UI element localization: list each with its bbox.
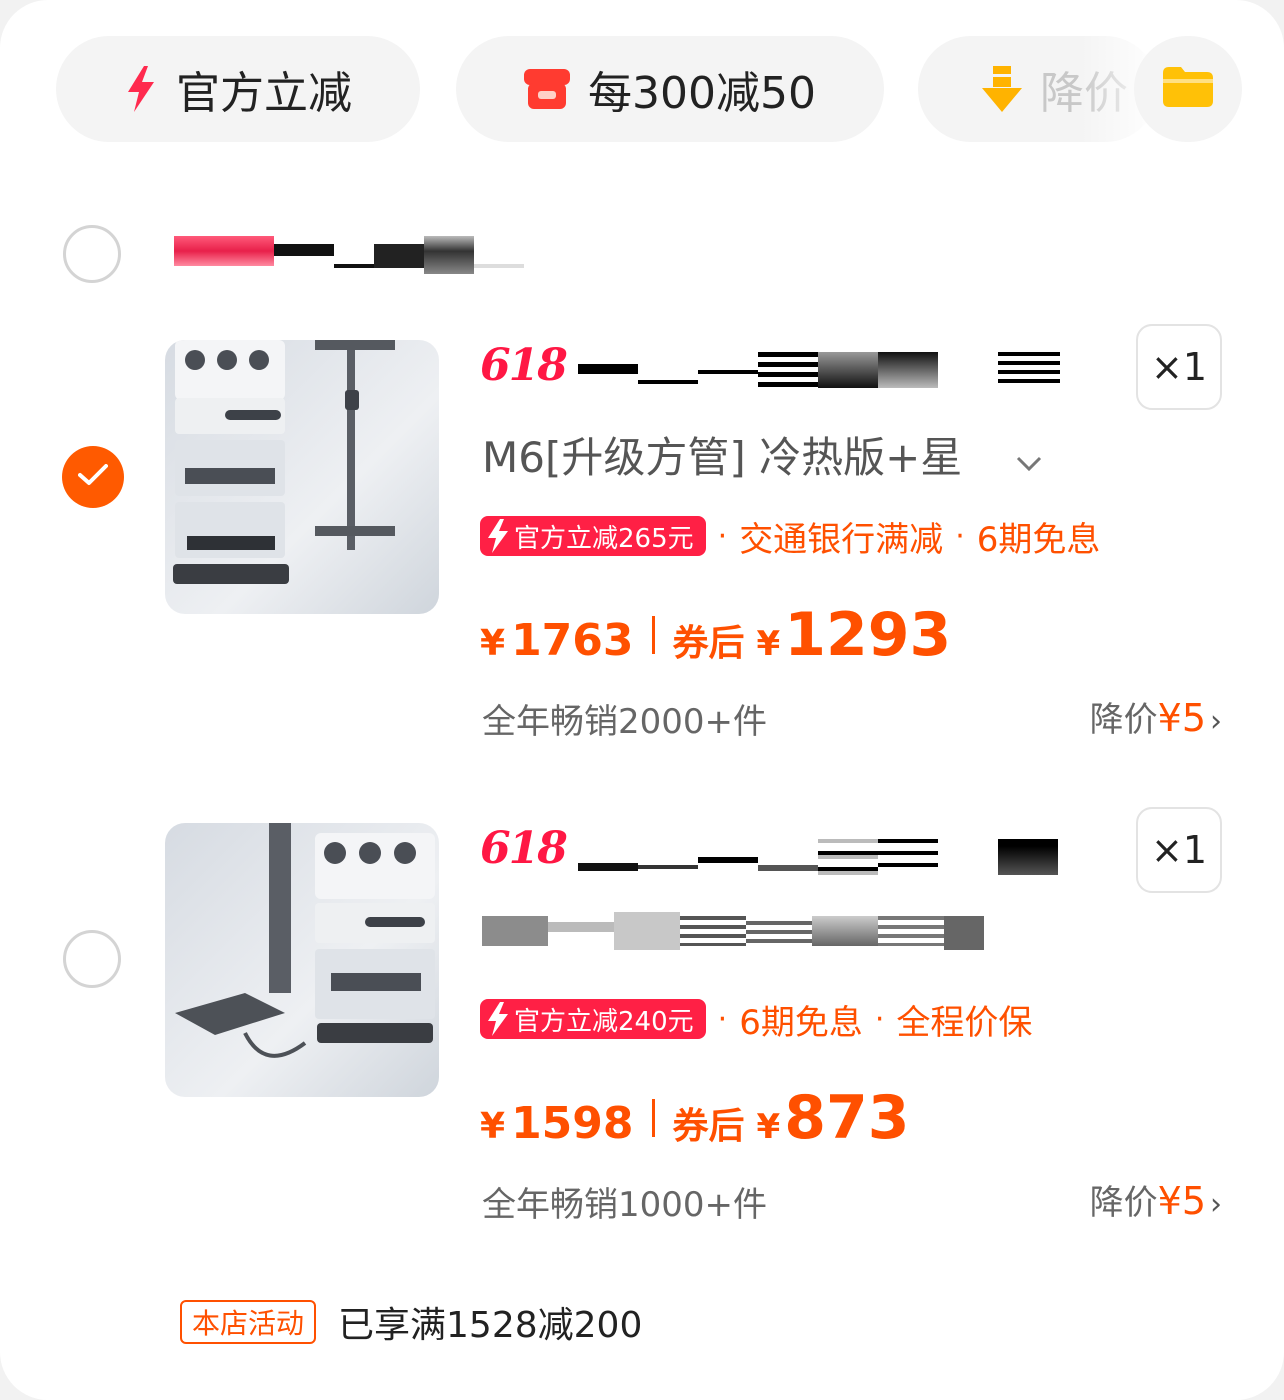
separator-dot: · bbox=[717, 518, 728, 554]
lightning-icon bbox=[488, 1002, 508, 1036]
after-coupon-price: 1293 bbox=[784, 600, 952, 670]
promo-row: 官方立减265元 · 交通银行满减 · 6期免息 bbox=[480, 514, 1101, 560]
lightning-icon bbox=[488, 519, 508, 553]
sku-variant-selector[interactable]: M6[升级方管] 冷热版+星 bbox=[482, 424, 1042, 485]
sales-volume: 全年畅销2000+件 bbox=[482, 702, 768, 742]
store-activity-text: 已享满1528减200 bbox=[338, 1305, 643, 1346]
check-icon bbox=[78, 464, 108, 490]
price-drop-label: 降价 bbox=[1089, 700, 1158, 740]
currency-symbol: ¥ bbox=[480, 623, 506, 664]
store-activity-tag: 本店活动 bbox=[180, 1300, 317, 1344]
after-coupon-label: 券后 bbox=[672, 1106, 745, 1147]
lightning-icon bbox=[124, 66, 158, 112]
price-drop-link[interactable]: 降价¥5 › bbox=[1090, 1175, 1222, 1224]
promo-item: 全程价保 bbox=[896, 1002, 1033, 1043]
price-drop-amount: ¥5 bbox=[1157, 696, 1206, 740]
product-thumbnail[interactable] bbox=[165, 340, 439, 614]
folder-icon bbox=[1163, 67, 1213, 111]
currency-symbol: ¥ bbox=[756, 1107, 781, 1147]
chevron-right-icon: › bbox=[1210, 1187, 1222, 1222]
sku-variant-selector[interactable] bbox=[482, 912, 1022, 952]
promo-tag-label: 官方立减265元 bbox=[514, 523, 694, 554]
price-row: ¥ 1598 券后 ¥ 873 bbox=[480, 1083, 909, 1153]
price-divider bbox=[651, 616, 655, 654]
sales-volume: 全年畅销1000+件 bbox=[482, 1185, 768, 1225]
promo-item: 6期免息 bbox=[739, 1002, 863, 1043]
filter-chip-official-discount[interactable]: 官方立减 bbox=[56, 36, 420, 142]
after-coupon-price: 873 bbox=[784, 1083, 910, 1153]
618-badge: 618 bbox=[480, 340, 568, 391]
product-title-row[interactable]: 618 bbox=[480, 823, 1080, 883]
price-divider bbox=[651, 1099, 655, 1137]
chevron-down-icon bbox=[1016, 445, 1042, 480]
store-select-radio[interactable] bbox=[63, 225, 121, 283]
quantity-button[interactable]: ×1 bbox=[1136, 324, 1222, 410]
product-title-redacted bbox=[578, 833, 1058, 875]
shop-icon bbox=[524, 69, 570, 109]
quantity-button[interactable]: ×1 bbox=[1136, 807, 1222, 893]
original-price: 1763 bbox=[511, 615, 634, 666]
folder-button[interactable] bbox=[1134, 36, 1242, 142]
filter-chip-bar: 官方立减 每300减50 降价 bbox=[0, 0, 1284, 160]
currency-symbol: ¥ bbox=[480, 1106, 506, 1147]
promo-item: 交通银行满减 bbox=[739, 519, 944, 560]
price-row: ¥ 1763 券后 ¥ 1293 bbox=[480, 600, 951, 670]
down-arrow-icon bbox=[982, 66, 1022, 112]
price-drop-label: 降价 bbox=[1089, 1183, 1158, 1223]
item-select-radio-checked[interactable] bbox=[62, 446, 124, 508]
price-drop-amount: ¥5 bbox=[1157, 1179, 1206, 1223]
promo-item: 6期免息 bbox=[976, 519, 1101, 560]
original-price: 1598 bbox=[511, 1098, 634, 1149]
price-drop-link[interactable]: 降价¥5 › bbox=[1090, 692, 1222, 741]
promo-row: 官方立减240元 · 6期免息 · 全程价保 bbox=[480, 997, 1033, 1043]
separator-dot: · bbox=[874, 1001, 885, 1037]
separator-dot: · bbox=[717, 1001, 728, 1037]
filter-chip-store-coupon[interactable]: 每300减50 bbox=[456, 36, 884, 142]
product-title-row[interactable]: 618 bbox=[480, 340, 1080, 400]
product-title-redacted bbox=[578, 350, 1060, 392]
promo-tag: 官方立减240元 bbox=[480, 999, 706, 1039]
618-badge: 618 bbox=[480, 823, 568, 874]
promo-tag-label: 官方立减240元 bbox=[514, 1006, 694, 1037]
promo-tag: 官方立减265元 bbox=[480, 516, 706, 556]
sku-variant-label: M6[升级方管] 冷热版+星 bbox=[482, 433, 963, 482]
store-activity-row[interactable]: 本店活动 已享满1528减200 bbox=[180, 1296, 642, 1348]
currency-symbol: ¥ bbox=[756, 624, 781, 664]
after-coupon-label: 券后 bbox=[672, 623, 745, 664]
chevron-right-icon: › bbox=[1210, 704, 1222, 739]
filter-chip-label: 官方立减 bbox=[176, 68, 352, 119]
item-select-radio[interactable] bbox=[63, 930, 121, 988]
store-name-redacted bbox=[174, 228, 534, 276]
separator-dot: · bbox=[955, 518, 965, 554]
filter-chip-label: 每300减50 bbox=[588, 68, 816, 119]
product-thumbnail[interactable] bbox=[165, 823, 439, 1097]
